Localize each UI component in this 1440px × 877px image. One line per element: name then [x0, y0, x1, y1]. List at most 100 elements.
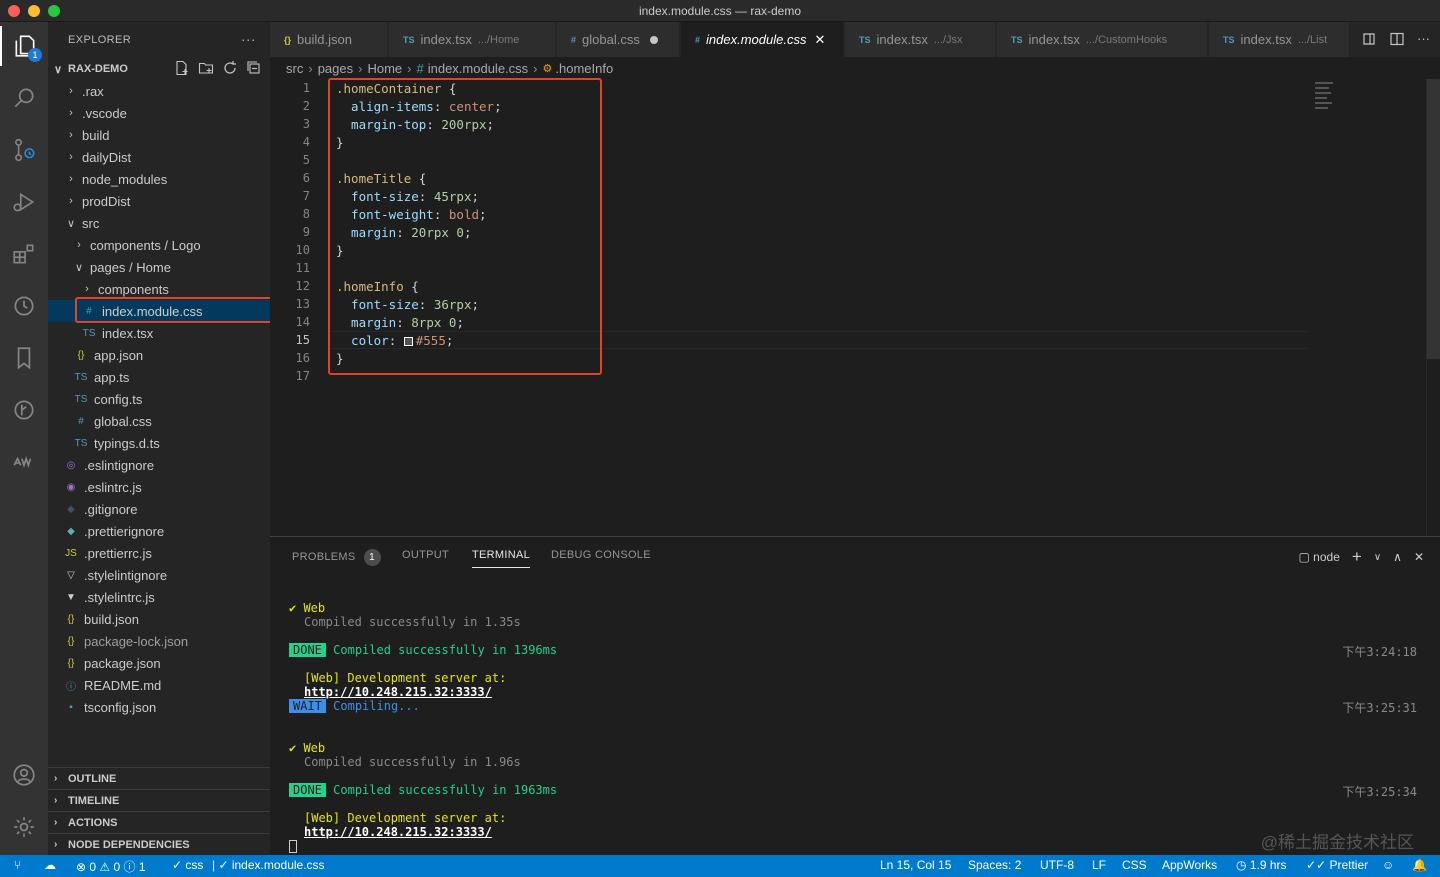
maximize-panel-icon[interactable]: ∧	[1393, 550, 1402, 564]
compare-changes-icon[interactable]	[1361, 31, 1377, 47]
close-panel-icon[interactable]: ✕	[1414, 550, 1424, 564]
new-terminal-button[interactable]: +	[1352, 547, 1362, 567]
scrollbar-thumb[interactable]	[1427, 79, 1440, 359]
editor-scrollbar[interactable]	[1426, 79, 1440, 536]
new-file-icon[interactable]	[174, 60, 190, 76]
file-item[interactable]: ▼ .stylelintrc.js	[48, 586, 270, 608]
language-mode[interactable]: CSS	[1122, 858, 1147, 872]
explorer-more-button[interactable]: ···	[241, 31, 256, 47]
extensions-activity[interactable]	[0, 234, 48, 274]
server-url-link[interactable]: http://10.248.215.32:3333/	[304, 825, 492, 839]
file-item[interactable]: # global.css	[48, 410, 270, 432]
ts-file-icon: TS	[403, 34, 415, 45]
end-of-line[interactable]: LF	[1092, 858, 1106, 872]
file-item[interactable]: ⓘ README.md	[48, 674, 270, 696]
appworks-status[interactable]: AppWorks	[1162, 858, 1217, 872]
timeline-activity[interactable]	[0, 286, 48, 326]
source-control-activity[interactable]	[0, 130, 48, 170]
cursor-position[interactable]: Ln 15, Col 15	[880, 858, 951, 872]
tab-path-hint: .../CustomHooks	[1085, 33, 1168, 46]
stylelint-file-status[interactable]: | ✓ index.module.css	[212, 858, 325, 872]
file-item[interactable]: {} package-lock.json	[48, 630, 270, 652]
breadcrumb-src[interactable]: src	[286, 61, 303, 76]
folder-item[interactable]: › components / Logo	[48, 234, 270, 256]
run-debug-activity[interactable]	[0, 182, 48, 222]
tab-problems[interactable]: PROBLEMS 1	[292, 549, 381, 566]
file-item[interactable]: ◆ .prettierignore	[48, 520, 270, 542]
encoding[interactable]: UTF-8	[1040, 858, 1074, 872]
minimap[interactable]	[1315, 79, 1425, 109]
folder-item[interactable]: ∨ pages / Home	[48, 256, 270, 278]
search-activity[interactable]	[0, 78, 48, 118]
breadcrumb-symbol[interactable]: .homeInfo	[555, 61, 613, 76]
file-item[interactable]: TS app.ts	[48, 366, 270, 388]
outline-section[interactable]: › OUTLINE	[48, 767, 270, 789]
folder-item[interactable]: › .rax	[48, 80, 270, 102]
file-item[interactable]: ◎ .eslintignore	[48, 454, 270, 476]
folder-item[interactable]: › dailyDist	[48, 146, 270, 168]
refresh-icon[interactable]	[222, 60, 238, 76]
file-item[interactable]: JS .prettierrc.js	[48, 542, 270, 564]
notifications-icon[interactable]: 🔔	[1412, 858, 1427, 872]
git-graph-activity[interactable]	[0, 390, 48, 430]
folder-item[interactable]: ∨ src	[48, 212, 270, 234]
tab-label: index.tsx	[1240, 32, 1292, 47]
split-editor-icon[interactable]	[1389, 31, 1405, 47]
prettier-file-icon: ◆	[67, 525, 75, 537]
remote-icon[interactable]: ⑂	[14, 858, 21, 872]
editor-tab[interactable]: TS index.tsx .../List	[1209, 22, 1350, 57]
file-item[interactable]: ◉ .eslintrc.js	[48, 476, 270, 498]
appworks-activity[interactable]	[0, 442, 48, 482]
feedback-icon[interactable]: ☺	[1382, 858, 1394, 872]
file-item[interactable]: TS config.ts	[48, 388, 270, 410]
chevron-down-icon[interactable]: ∨	[1374, 552, 1381, 563]
file-item[interactable]: {} build.json	[48, 608, 270, 630]
file-item[interactable]: TS typings.d.ts	[48, 432, 270, 454]
file-item[interactable]: ◆ .gitignore	[48, 498, 270, 520]
wakatime-status[interactable]: ◷ 1.9 hrs	[1236, 858, 1287, 872]
unsaved-dot-icon[interactable]	[649, 35, 658, 44]
terminal-text: Compiling...	[333, 699, 420, 713]
close-icon[interactable]: ✕	[814, 32, 825, 48]
explorer-activity[interactable]: 1	[0, 26, 48, 66]
accounts-activity[interactable]	[0, 755, 48, 795]
tab-debug-console[interactable]: DEBUG CONSOLE	[551, 549, 651, 561]
editor-tab[interactable]: TS index.tsx .../Home	[389, 22, 556, 57]
new-folder-icon[interactable]	[198, 60, 214, 76]
stylelint-css-status[interactable]: ✓ css	[172, 858, 203, 872]
indentation[interactable]: Spaces: 2	[968, 858, 1021, 872]
breadcrumb-pages[interactable]: pages	[318, 61, 353, 76]
editor-tab[interactable]: TS index.tsx .../CustomHooks	[997, 22, 1208, 57]
sync-icon[interactable]: ☁	[44, 858, 56, 872]
folder-item[interactable]: › .vscode	[48, 102, 270, 124]
folder-item[interactable]: › build	[48, 124, 270, 146]
actions-section[interactable]: › ACTIONS	[48, 811, 270, 833]
project-root[interactable]: ∨ RAX-DEMO	[48, 58, 270, 80]
server-url-link[interactable]: http://10.248.215.32:3333/	[304, 685, 492, 699]
editor-tab[interactable]: # index.module.css ✕	[681, 22, 844, 57]
timeline-section[interactable]: › TIMELINE	[48, 789, 270, 811]
file-item[interactable]: ▪ tsconfig.json	[48, 696, 270, 718]
editor-tab[interactable]: # global.css	[557, 22, 680, 57]
file-item[interactable]: TS index.tsx	[48, 322, 270, 344]
problems-status[interactable]: ⊗ 0 ⚠ 0 ⓘ 1	[76, 858, 146, 875]
tab-terminal[interactable]: TERMINAL	[472, 549, 531, 568]
tab-output[interactable]: OUTPUT	[402, 549, 449, 561]
bookmarks-activity[interactable]	[0, 338, 48, 378]
line-number: 12	[295, 279, 310, 293]
terminal-shell-selector[interactable]: ▢ node	[1298, 550, 1339, 564]
breadcrumb-home[interactable]: Home	[367, 61, 402, 76]
node-dependencies-section[interactable]: › NODE DEPENDENCIES	[48, 833, 270, 855]
editor-tab[interactable]: {} build.json	[270, 22, 388, 57]
more-actions-icon[interactable]: ···	[1417, 31, 1430, 47]
editor-tab[interactable]: TS index.tsx .../Jsx	[845, 22, 996, 57]
file-item[interactable]: {} package.json	[48, 652, 270, 674]
breadcrumb-file[interactable]: index.module.css	[428, 61, 528, 76]
folder-item[interactable]: › node_modules	[48, 168, 270, 190]
folder-item[interactable]: › prodDist	[48, 190, 270, 212]
settings-activity[interactable]	[0, 807, 48, 847]
file-item[interactable]: {} app.json	[48, 344, 270, 366]
prettier-status[interactable]: ✓✓ Prettier	[1306, 858, 1368, 872]
file-item[interactable]: ▽ .stylelintignore	[48, 564, 270, 586]
collapse-all-icon[interactable]	[246, 60, 262, 76]
